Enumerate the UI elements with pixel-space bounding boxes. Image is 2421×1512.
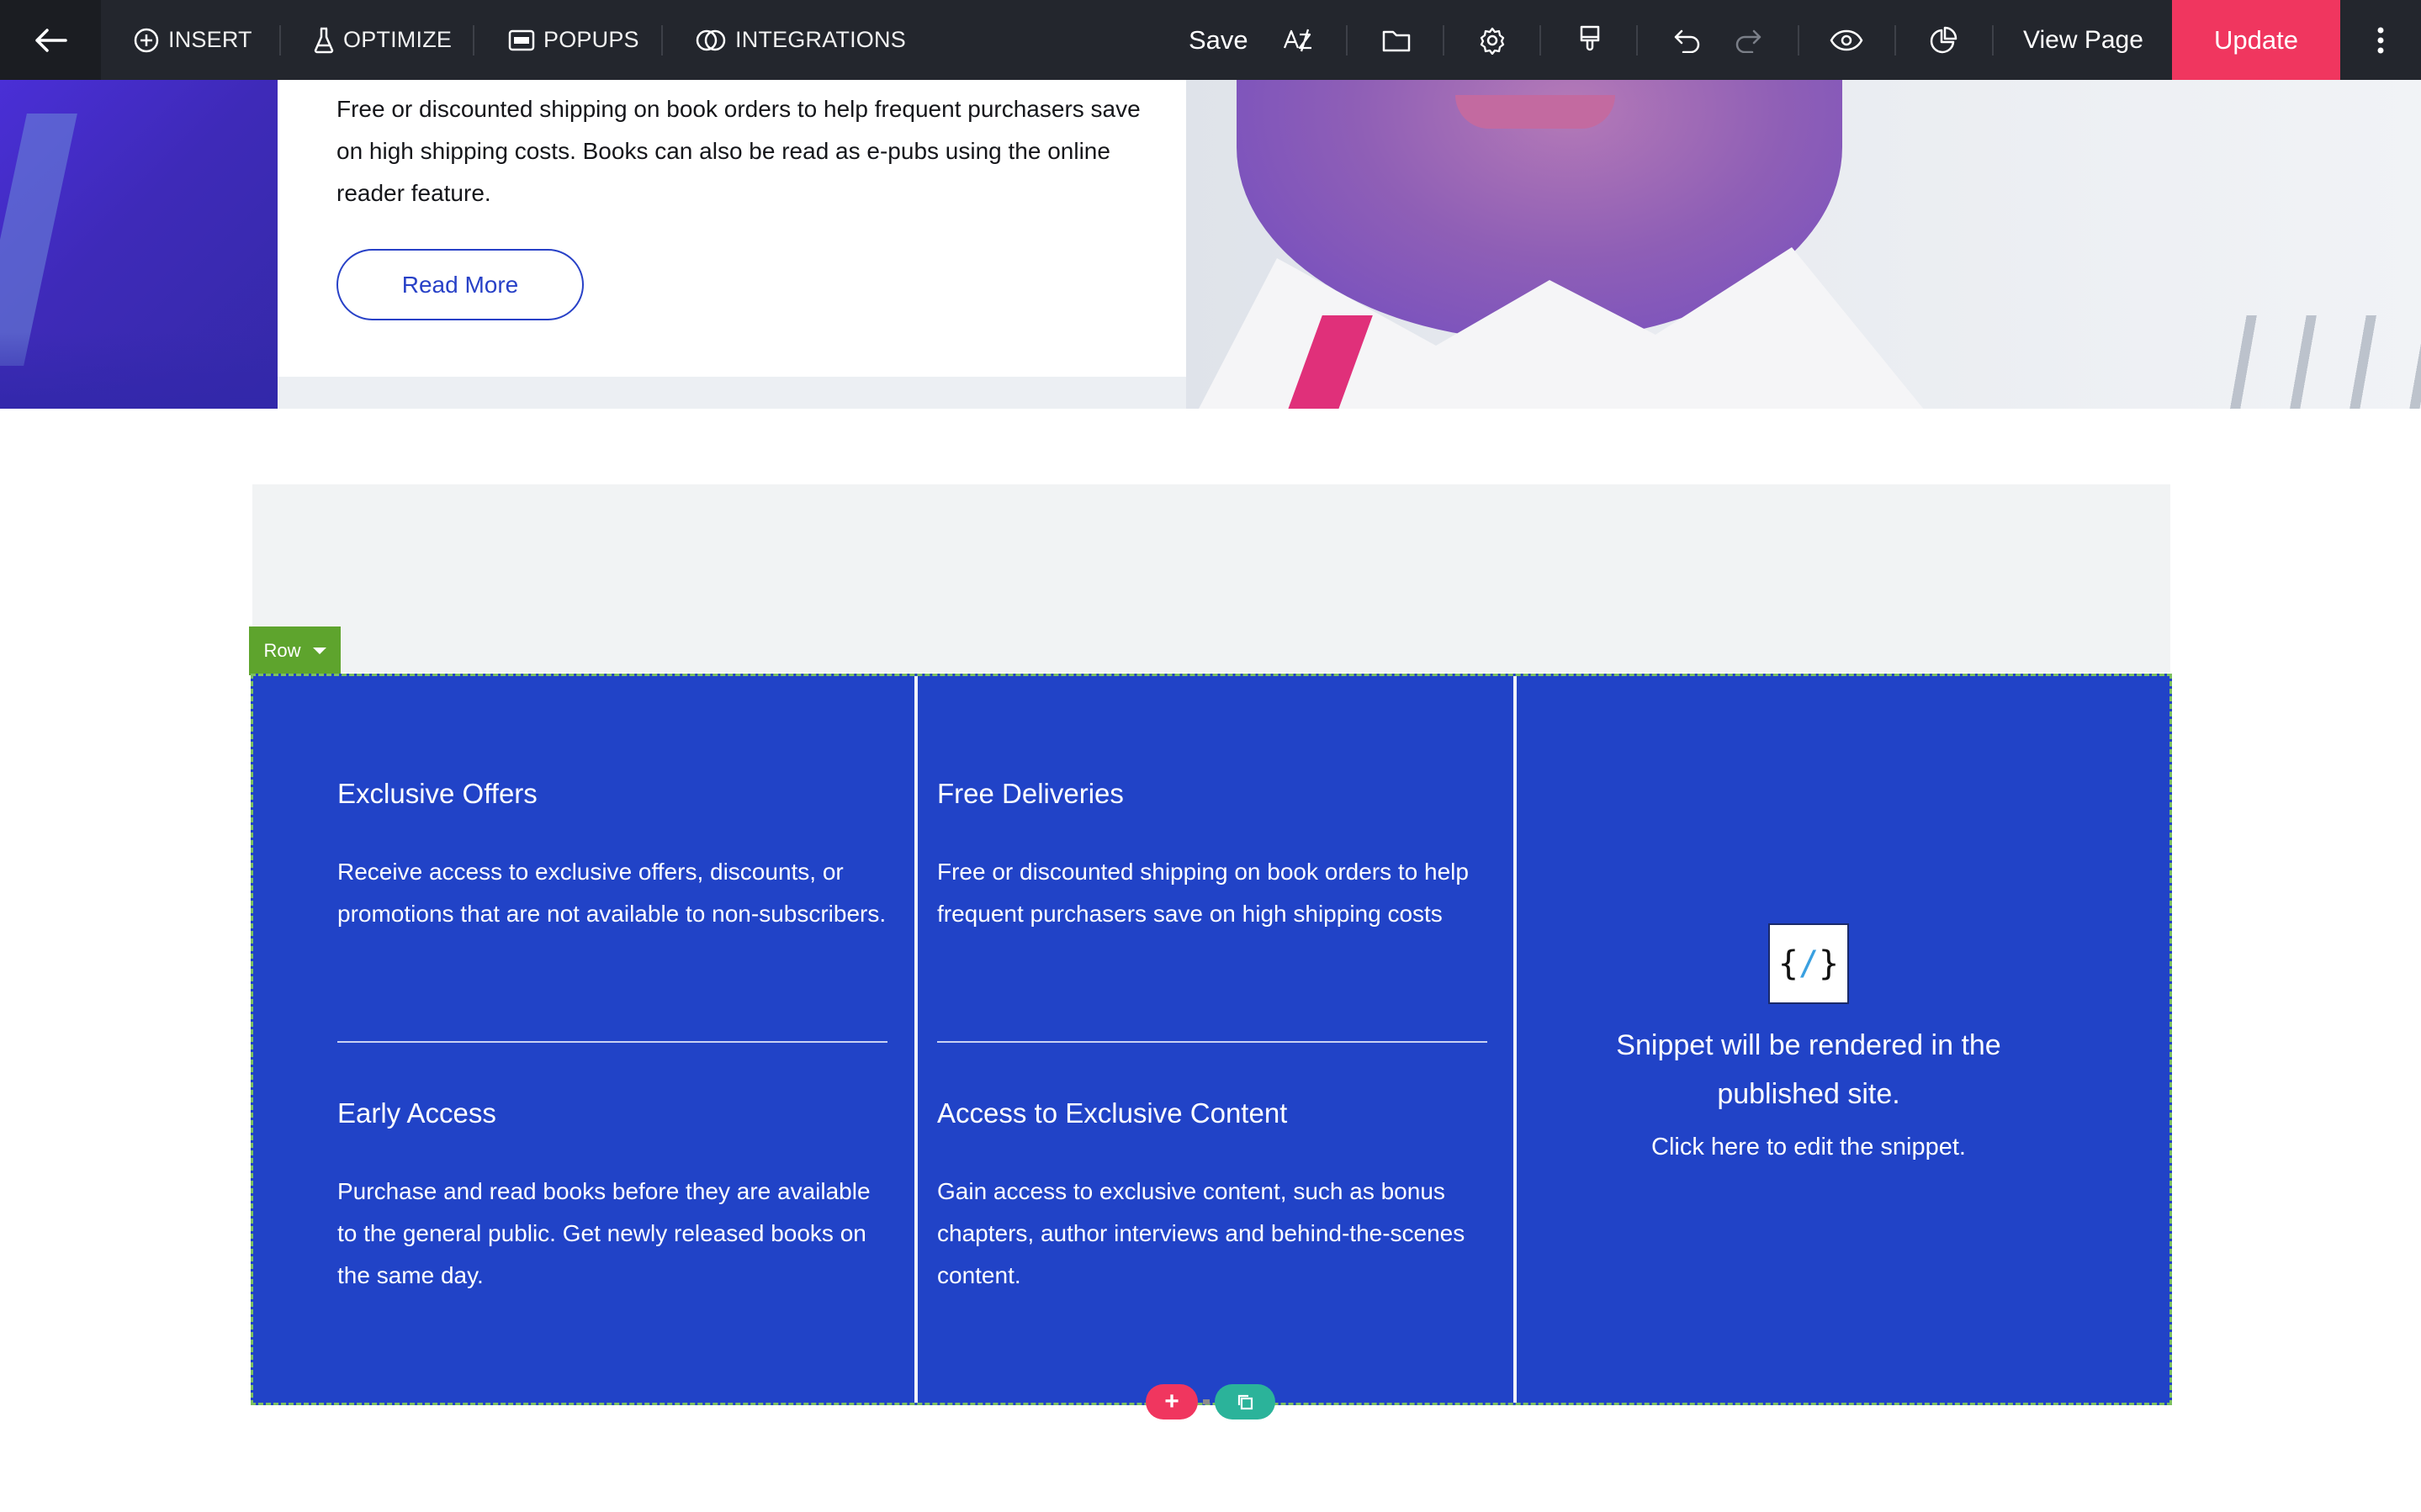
popups-label: POPUPS: [543, 27, 639, 52]
spellcheck-icon: [1283, 29, 1311, 51]
snippet-render-notice: Snippet will be rendered in the publishe…: [1616, 1029, 2001, 1110]
integrations-rings-icon: [696, 29, 726, 50]
integrations-menu-button[interactable]: INTEGRATIONS: [695, 0, 906, 80]
toolbar-divider: [279, 25, 281, 56]
add-row-button[interactable]: +: [1146, 1384, 1198, 1419]
control-connector: [1203, 1399, 1210, 1404]
settings-gear-icon: [1480, 27, 1505, 55]
feature-body[interactable]: Purchase and read books before they are …: [337, 1171, 876, 1297]
duplicate-row-button[interactable]: [1215, 1384, 1275, 1419]
feature-exclusive-content[interactable]: Access to Exclusive Content Gain access …: [937, 1097, 1475, 1297]
toolbar-divider: [661, 25, 663, 56]
feature-early-access[interactable]: Early Access Purchase and read books bef…: [337, 1097, 876, 1297]
feature-divider: [937, 1041, 1487, 1043]
toolbar-divider: [1443, 25, 1444, 56]
optimize-menu-button[interactable]: OPTIMIZE: [313, 0, 452, 80]
duplicate-icon: [1237, 1394, 1253, 1410]
feature-title[interactable]: Access to Exclusive Content: [937, 1097, 1475, 1130]
column-divider: [914, 676, 918, 1403]
plus-icon: +: [1164, 1388, 1179, 1415]
back-button[interactable]: [0, 0, 101, 80]
toolbar-divider: [1798, 25, 1799, 56]
chevron-down-icon: [312, 648, 326, 654]
editor-toolbar: INSERT OPTIMIZE POPUPS INTEGRATIONS Save: [0, 0, 2421, 80]
row-label-tag[interactable]: Row: [249, 626, 341, 675]
eye-preview-icon: [1830, 29, 1863, 50]
feature-title[interactable]: Early Access: [337, 1097, 876, 1130]
plus-circle-icon: [134, 28, 159, 52]
hero-person-photo: [1186, 80, 2421, 409]
preview-button[interactable]: [1821, 0, 1872, 80]
folder-button[interactable]: [1371, 0, 1422, 80]
hero-left-image: [0, 80, 278, 409]
update-button[interactable]: Update: [2172, 0, 2340, 80]
hero-text-card[interactable]: Free or discounted shipping on book orde…: [278, 80, 1186, 377]
feature-title[interactable]: Exclusive Offers: [337, 777, 909, 811]
feature-body[interactable]: Gain access to exclusive content, such a…: [937, 1171, 1475, 1297]
toolbar-divider: [1636, 25, 1638, 56]
feature-body[interactable]: Receive access to exclusive offers, disc…: [337, 851, 909, 935]
folder-icon: [1382, 30, 1411, 51]
section-background[interactable]: [252, 484, 2170, 673]
toolbar-divider: [473, 25, 474, 56]
spellcheck-button[interactable]: [1274, 0, 1324, 80]
feature-body[interactable]: Free or discounted shipping on book orde…: [937, 851, 1509, 935]
integrations-label: INTEGRATIONS: [735, 27, 906, 52]
flask-icon: [314, 27, 334, 53]
style-brush-button[interactable]: [1565, 0, 1615, 80]
undo-icon: [1674, 29, 1700, 53]
redo-icon: [1735, 29, 1761, 53]
feature-free-deliveries[interactable]: Free Deliveries Free or discounted shipp…: [937, 777, 1509, 935]
paint-brush-icon: [1580, 25, 1600, 50]
feature-divider: [337, 1041, 887, 1043]
feature-title[interactable]: Free Deliveries: [937, 777, 1509, 811]
toolbar-divider: [1539, 25, 1541, 56]
snippet-placeholder[interactable]: {/} Snippet will be rendered in the publ…: [1556, 917, 2061, 1194]
toolbar-divider: [1346, 25, 1348, 56]
snippet-edit-link[interactable]: Click here to edit the snippet.: [1556, 1130, 2061, 1164]
more-options-button[interactable]: [2340, 0, 2421, 80]
settings-button[interactable]: [1467, 0, 1518, 80]
column-divider: [1513, 676, 1517, 1403]
feature-exclusive-offers[interactable]: Exclusive Offers Receive access to exclu…: [337, 777, 909, 935]
toolbar-divider: [1894, 25, 1896, 56]
back-arrow-icon: [35, 28, 67, 52]
code-snippet-icon: {/}: [1768, 923, 1849, 1004]
redo-button[interactable]: [1723, 0, 1773, 80]
row-tag-label: Row: [263, 640, 301, 661]
toolbar-divider: [1992, 25, 1994, 56]
insert-label: INSERT: [168, 27, 252, 52]
read-more-button[interactable]: Read More: [336, 249, 584, 320]
popup-window-icon: [508, 29, 535, 50]
popups-menu-button[interactable]: POPUPS: [508, 0, 639, 80]
optimize-label: OPTIMIZE: [343, 27, 453, 52]
hero-body-text[interactable]: Free or discounted shipping on book orde…: [336, 88, 1161, 214]
analytics-pie-icon: [1930, 26, 1957, 53]
analytics-button[interactable]: [1918, 0, 1968, 80]
more-vertical-icon: [2377, 27, 2384, 53]
hero-section[interactable]: Free or discounted shipping on book orde…: [0, 80, 2421, 409]
view-page-button[interactable]: View Page: [2023, 0, 2143, 80]
insert-menu-button[interactable]: INSERT: [133, 0, 252, 80]
undo-button[interactable]: [1662, 0, 1713, 80]
save-button[interactable]: Save: [1189, 0, 1248, 80]
